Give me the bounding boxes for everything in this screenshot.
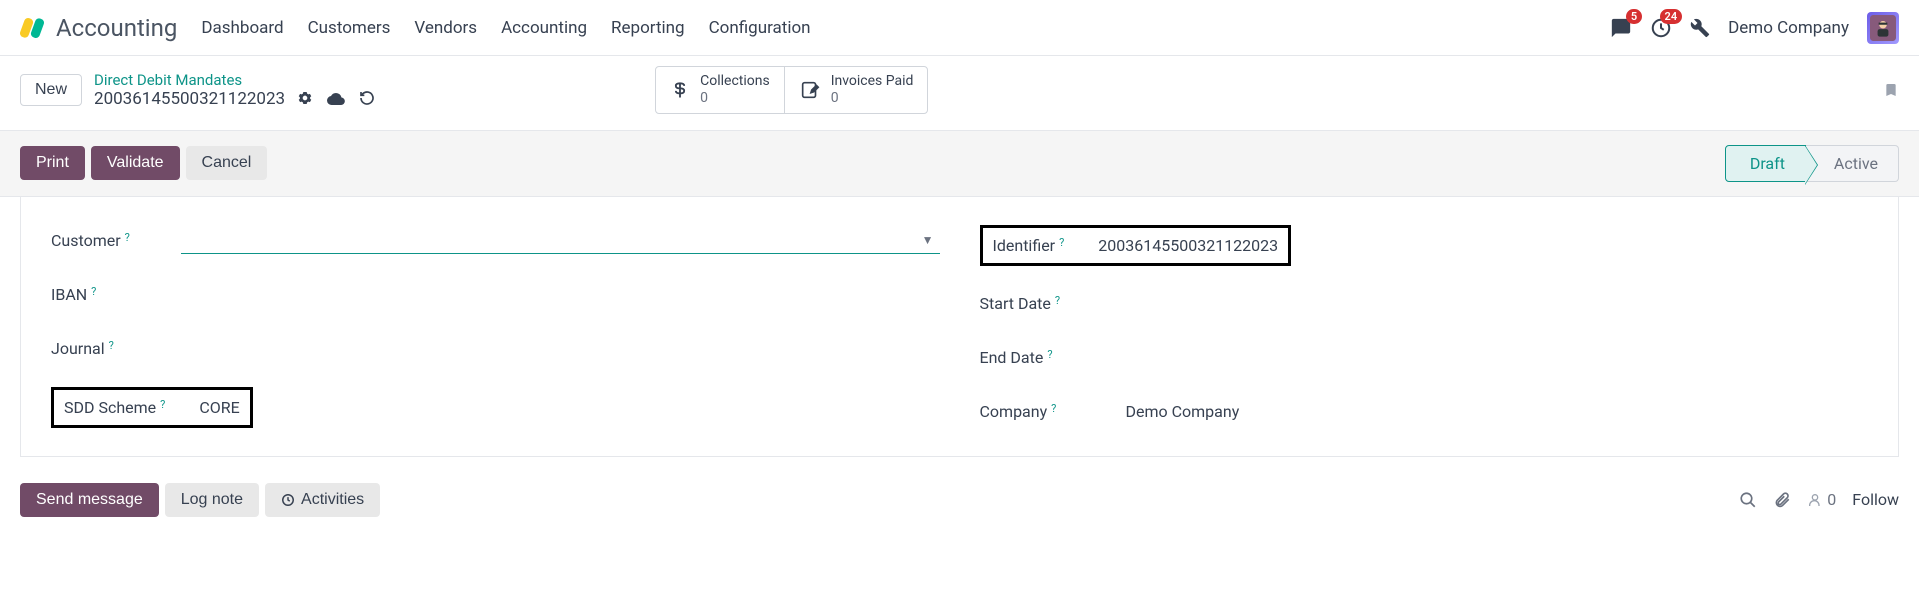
customer-label: Customer	[51, 231, 121, 250]
field-iban: IBAN ?	[51, 279, 940, 311]
identifier-highlight: Identifier ? 20036145500321122023	[980, 225, 1292, 266]
activities-button[interactable]: Activities	[265, 483, 380, 517]
stat-buttons: Collections 0 Invoices Paid 0	[655, 66, 928, 114]
messages-badge: 5	[1626, 9, 1642, 24]
app-title: Accounting	[56, 14, 177, 42]
nav-dashboard[interactable]: Dashboard	[201, 18, 283, 38]
field-company: Company ? Demo Company	[980, 396, 1869, 428]
status-active[interactable]: Active	[1806, 145, 1899, 182]
cancel-button[interactable]: Cancel	[186, 146, 268, 180]
clock-icon	[281, 493, 295, 507]
form-sheet: Customer ? ▼ IBAN ? Journal ?	[20, 197, 1899, 457]
field-sdd-scheme: SDD Scheme ? CORE	[51, 387, 940, 428]
field-journal: Journal ?	[51, 333, 940, 365]
stat-collections[interactable]: Collections 0	[656, 67, 784, 113]
company-selector[interactable]: Demo Company	[1728, 18, 1849, 38]
send-message-button[interactable]: Send message	[20, 483, 159, 517]
help-icon[interactable]: ?	[160, 398, 165, 411]
status-bar: Draft Active	[1725, 145, 1899, 182]
stat-invoices-label: Invoices Paid	[831, 73, 914, 90]
app-logo-icon	[20, 16, 44, 40]
main-menu: Dashboard Customers Vendors Accounting R…	[201, 18, 810, 38]
help-icon[interactable]: ?	[1047, 348, 1052, 361]
chatter-bar: Send message Log note Activities 0 Follo…	[0, 471, 1919, 529]
print-button[interactable]: Print	[20, 146, 85, 180]
attachment-icon[interactable]	[1773, 491, 1791, 509]
breadcrumb: Direct Debit Mandates 200361455003211220…	[94, 71, 375, 109]
edit-note-icon	[799, 79, 821, 101]
help-icon[interactable]: ?	[1059, 236, 1064, 249]
breadcrumb-row: New Direct Debit Mandates 20036145500321…	[0, 56, 1919, 130]
tools-icon[interactable]	[1690, 18, 1710, 38]
identifier-label: Identifier	[993, 236, 1056, 255]
messages-icon[interactable]: 5	[1610, 17, 1632, 39]
breadcrumb-parent-link[interactable]: Direct Debit Mandates	[94, 71, 375, 89]
stat-collections-label: Collections	[700, 73, 770, 90]
field-customer: Customer ? ▼	[51, 225, 940, 257]
help-icon[interactable]: ?	[109, 339, 114, 352]
follow-button[interactable]: Follow	[1852, 490, 1899, 509]
help-icon[interactable]: ?	[125, 231, 130, 244]
chevron-down-icon[interactable]: ▼	[916, 233, 940, 247]
nav-reporting[interactable]: Reporting	[611, 18, 685, 38]
bookmark-icon[interactable]	[1883, 80, 1899, 100]
help-icon[interactable]: ?	[91, 285, 96, 298]
search-icon[interactable]	[1739, 491, 1757, 509]
followers-icon[interactable]: 0	[1807, 490, 1836, 509]
field-end-date: End Date ?	[980, 342, 1869, 374]
field-identifier: Identifier ? 20036145500321122023	[980, 225, 1869, 266]
customer-input[interactable]	[181, 228, 916, 253]
cloud-icon[interactable]	[327, 90, 345, 108]
log-note-button[interactable]: Log note	[165, 483, 259, 517]
validate-button[interactable]: Validate	[91, 146, 180, 180]
brand[interactable]: Accounting	[20, 14, 177, 42]
undo-icon[interactable]	[359, 90, 375, 108]
iban-label: IBAN	[51, 285, 87, 304]
top-navbar: Accounting Dashboard Customers Vendors A…	[0, 0, 1919, 56]
gear-icon[interactable]	[297, 90, 313, 108]
field-start-date: Start Date ?	[980, 288, 1869, 320]
stat-collections-value: 0	[700, 90, 770, 107]
activities-label: Activities	[301, 491, 364, 509]
user-avatar[interactable]	[1867, 12, 1899, 44]
nav-customers[interactable]: Customers	[308, 18, 391, 38]
new-button[interactable]: New	[20, 74, 82, 106]
nav-vendors[interactable]: Vendors	[414, 18, 477, 38]
topnav-right: 5 24 Demo Company	[1610, 12, 1899, 44]
end-date-label: End Date	[980, 348, 1044, 367]
company-value[interactable]: Demo Company	[1110, 402, 1240, 421]
help-icon[interactable]: ?	[1051, 402, 1056, 415]
journal-label: Journal	[51, 339, 105, 358]
company-label: Company	[980, 402, 1048, 421]
stat-invoices-value: 0	[831, 90, 914, 107]
customer-input-wrap[interactable]: ▼	[181, 228, 940, 254]
status-draft[interactable]: Draft	[1725, 145, 1806, 182]
nav-configuration[interactable]: Configuration	[709, 18, 811, 38]
nav-accounting[interactable]: Accounting	[501, 18, 587, 38]
form-left-column: Customer ? ▼ IBAN ? Journal ?	[51, 225, 940, 428]
dollar-icon	[670, 78, 690, 102]
activities-badge: 24	[1660, 9, 1683, 24]
stat-invoices-paid[interactable]: Invoices Paid 0	[784, 67, 928, 113]
help-icon[interactable]: ?	[1055, 294, 1060, 307]
breadcrumb-current: 20036145500321122023	[94, 89, 375, 109]
identifier-value[interactable]: 20036145500321122023	[1082, 236, 1278, 255]
action-bar: Print Validate Cancel Draft Active	[0, 130, 1919, 197]
record-name: 20036145500321122023	[94, 89, 285, 109]
sdd-scheme-highlight: SDD Scheme ? CORE	[51, 387, 253, 428]
sdd-scheme-value[interactable]: CORE	[183, 398, 239, 417]
activities-icon[interactable]: 24	[1650, 17, 1672, 39]
followers-count: 0	[1827, 490, 1836, 509]
start-date-label: Start Date	[980, 294, 1051, 313]
sdd-scheme-label: SDD Scheme	[64, 398, 156, 417]
form-right-column: Identifier ? 20036145500321122023 Start …	[980, 225, 1869, 428]
